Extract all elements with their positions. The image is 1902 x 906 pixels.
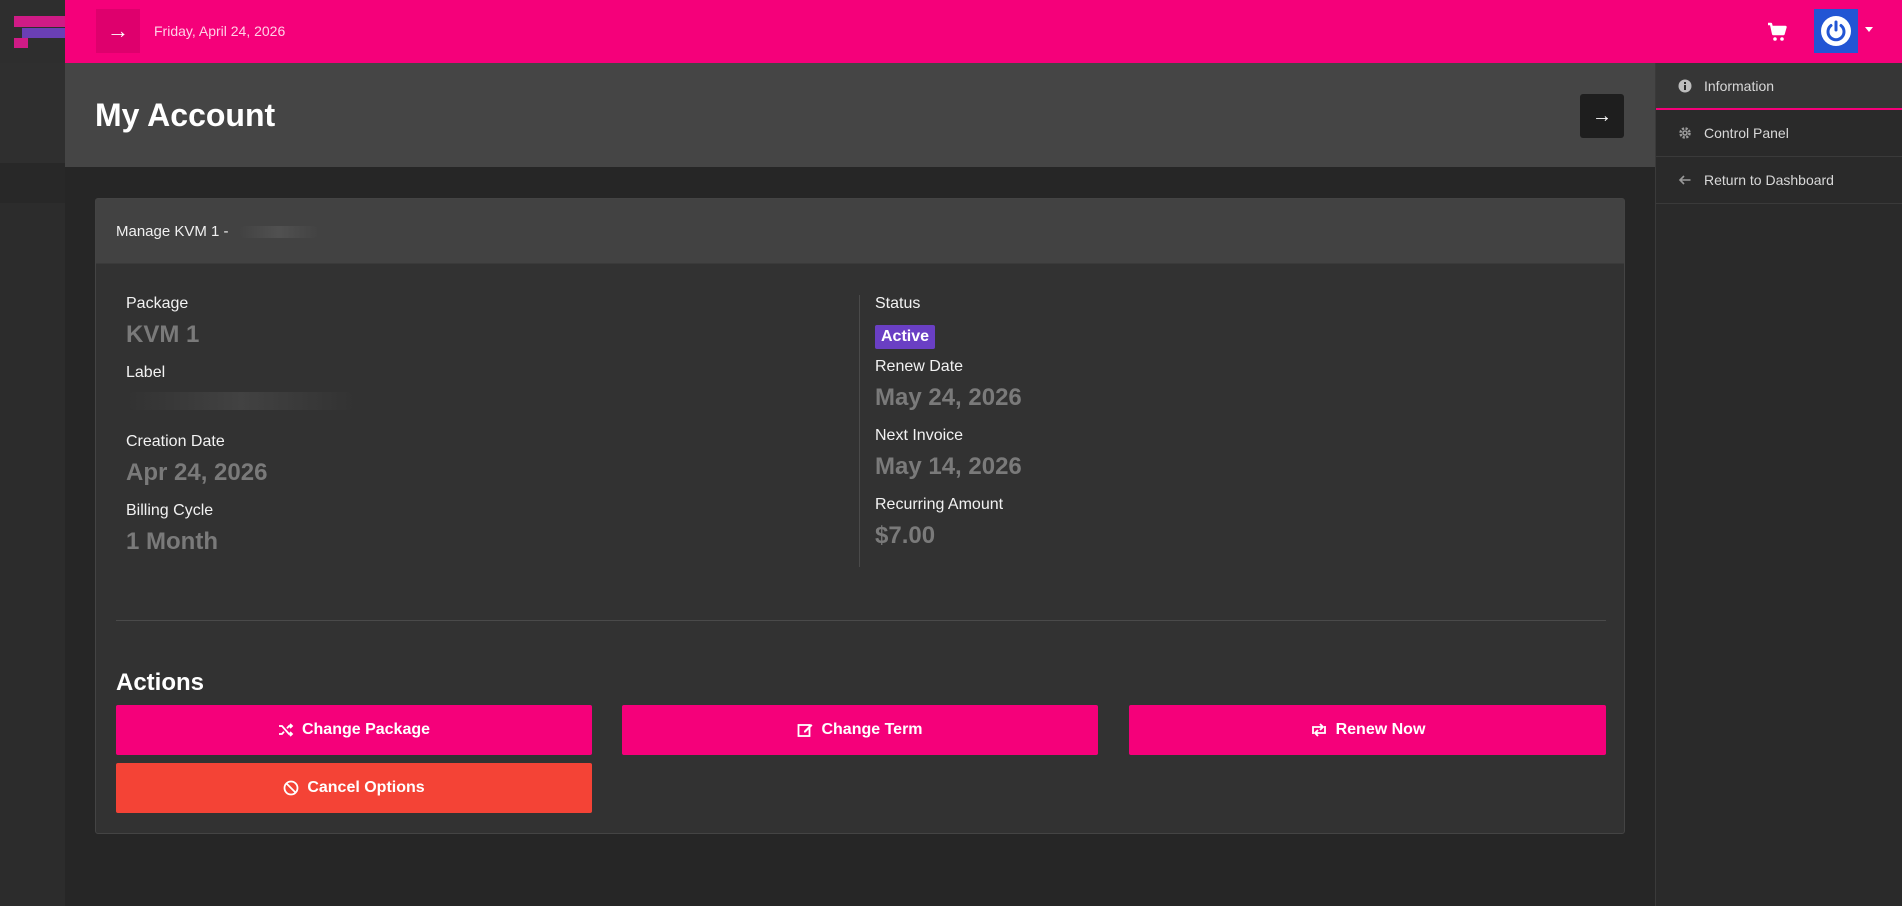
cart-icon[interactable] — [1765, 20, 1789, 44]
account-menu-button[interactable] — [1814, 9, 1858, 53]
left-rail-band — [0, 163, 65, 203]
sidebar-item-control-panel[interactable]: Control Panel — [1656, 110, 1902, 157]
header-toggle-button[interactable]: → — [1580, 94, 1624, 138]
status-label: Status — [875, 295, 921, 312]
details-right-column: Status Active Renew Date May 24, 2026 Ne… — [859, 295, 1599, 567]
billing-cycle-value: 1 Month — [126, 528, 218, 555]
shuffle-icon — [278, 723, 294, 737]
divider — [116, 620, 1606, 621]
current-date: Friday, April 24, 2026 — [154, 23, 286, 39]
next-invoice-value: May 14, 2026 — [875, 453, 1022, 480]
left-rail-band — [0, 63, 65, 163]
gear-icon — [1679, 127, 1691, 139]
package-value: KVM 1 — [126, 321, 200, 348]
billing-cycle-label: Billing Cycle — [126, 502, 214, 519]
top-bar: → Friday, April 24, 2026 — [65, 0, 1902, 63]
page-header: My Account → — [65, 63, 1655, 167]
creation-date-label: Creation Date — [126, 433, 225, 450]
redacted-hostname — [238, 226, 319, 239]
arrow-right-icon: → — [1592, 105, 1612, 127]
sidebar-toggle-button[interactable]: → — [96, 9, 140, 53]
left-rail — [0, 0, 66, 906]
card-heading: Manage KVM 1 - — [116, 223, 319, 240]
sidebar-item-information[interactable]: Information — [1656, 63, 1902, 110]
right-sidebar: Information Control Panel Return to Dash… — [1655, 63, 1902, 906]
renew-date-label: Renew Date — [875, 358, 964, 375]
left-rail-band — [0, 203, 65, 906]
change-package-button[interactable]: Change Package — [116, 705, 592, 755]
brand-logo[interactable] — [14, 16, 66, 48]
cancel-options-button[interactable]: Cancel Options — [116, 763, 592, 813]
actions-title: Actions — [116, 669, 205, 696]
package-label: Package — [126, 295, 189, 312]
recurring-amount-label: Recurring Amount — [875, 496, 1004, 513]
details-left-column: Package KVM 1 Label Creation Date Apr 24… — [126, 295, 866, 571]
next-invoice-label: Next Invoice — [875, 427, 964, 444]
ban-icon — [283, 780, 299, 796]
status-badge: Active — [875, 325, 936, 349]
power-icon — [1821, 16, 1851, 46]
redacted-label-value — [126, 392, 356, 410]
change-term-button[interactable]: Change Term — [622, 705, 1098, 755]
recurring-amount-value: $7.00 — [875, 522, 936, 549]
card-header: Manage KVM 1 - — [96, 199, 1624, 264]
arrow-right-icon: → — [107, 18, 129, 43]
sidebar-item-return-dashboard[interactable]: Return to Dashboard — [1656, 157, 1902, 204]
info-icon — [1678, 79, 1692, 92]
renew-date-value: May 24, 2026 — [875, 384, 1022, 411]
retweet-icon — [1311, 723, 1326, 737]
chevron-down-icon[interactable] — [1865, 27, 1873, 32]
service-card: Manage KVM 1 - Package KVM 1 Label Creat… — [95, 198, 1625, 834]
creation-date-value: Apr 24, 2026 — [126, 459, 268, 486]
main-content: My Account → Manage KVM 1 - Package KVM … — [65, 63, 1655, 906]
renew-now-button[interactable]: Renew Now — [1129, 705, 1606, 755]
edit-icon — [798, 724, 813, 737]
label-label: Label — [126, 364, 166, 381]
page-title: My Account — [95, 97, 276, 133]
arrow-left-icon — [1678, 175, 1691, 185]
